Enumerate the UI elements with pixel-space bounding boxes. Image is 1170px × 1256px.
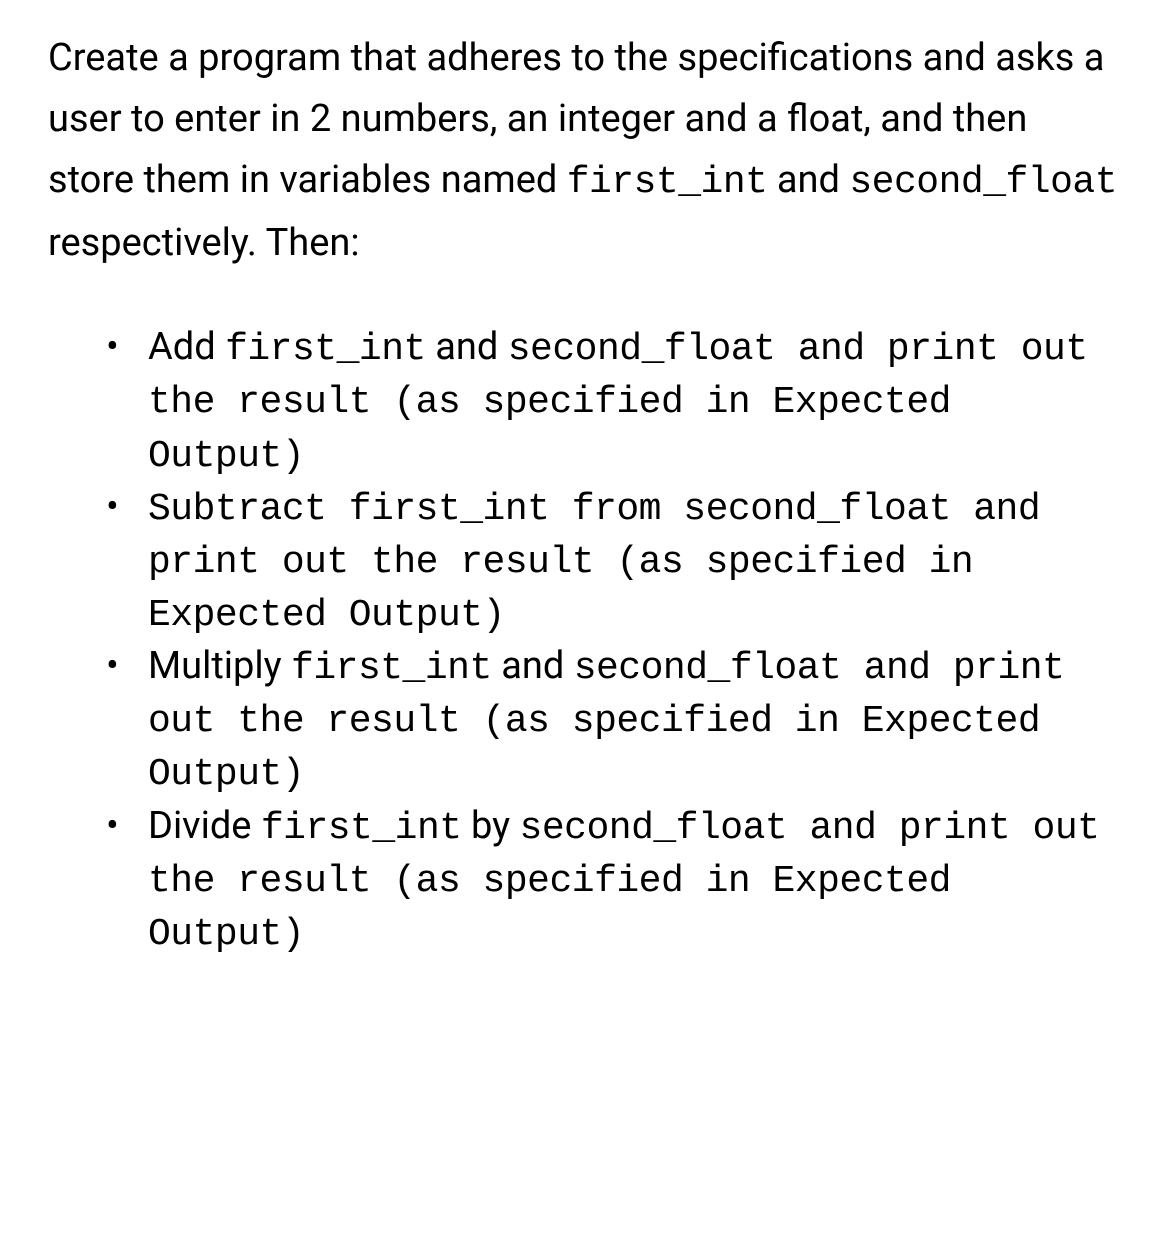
item-prefix: Add [148,325,225,369]
item-var1: first_int [261,807,462,850]
item-var2: second_float [520,807,788,850]
item-var2: second_float [508,328,776,371]
intro-text-after: respectively. Then: [48,221,360,265]
intro-paragraph: Create a program that adheres to the spe… [48,28,1122,274]
intro-code-first-int: first_int [567,161,768,204]
list-item: Divide first_int by second_float and pri… [148,801,1122,960]
item-prefix: Multiply [148,644,291,688]
requirements-list: Add first_int and second_float and print… [48,322,1122,960]
item-var1: first_int [225,328,426,371]
list-item: Multiply first_int and second_float and … [148,641,1122,800]
intro-code-second-float: second_float [849,161,1117,204]
item-prefix: Divide [148,804,261,848]
item-var2: second_float [574,647,842,690]
item-middle: and [492,644,574,688]
item-middle: by [462,804,520,848]
item-tail: Subtract first_int from second_float and… [148,488,1040,637]
list-item: Add first_int and second_float and print… [148,322,1122,481]
intro-text-middle: and [767,158,849,202]
item-middle: and [426,325,508,369]
item-var1: first_int [291,647,492,690]
list-item: Subtract first_int from second_float and… [148,482,1122,641]
